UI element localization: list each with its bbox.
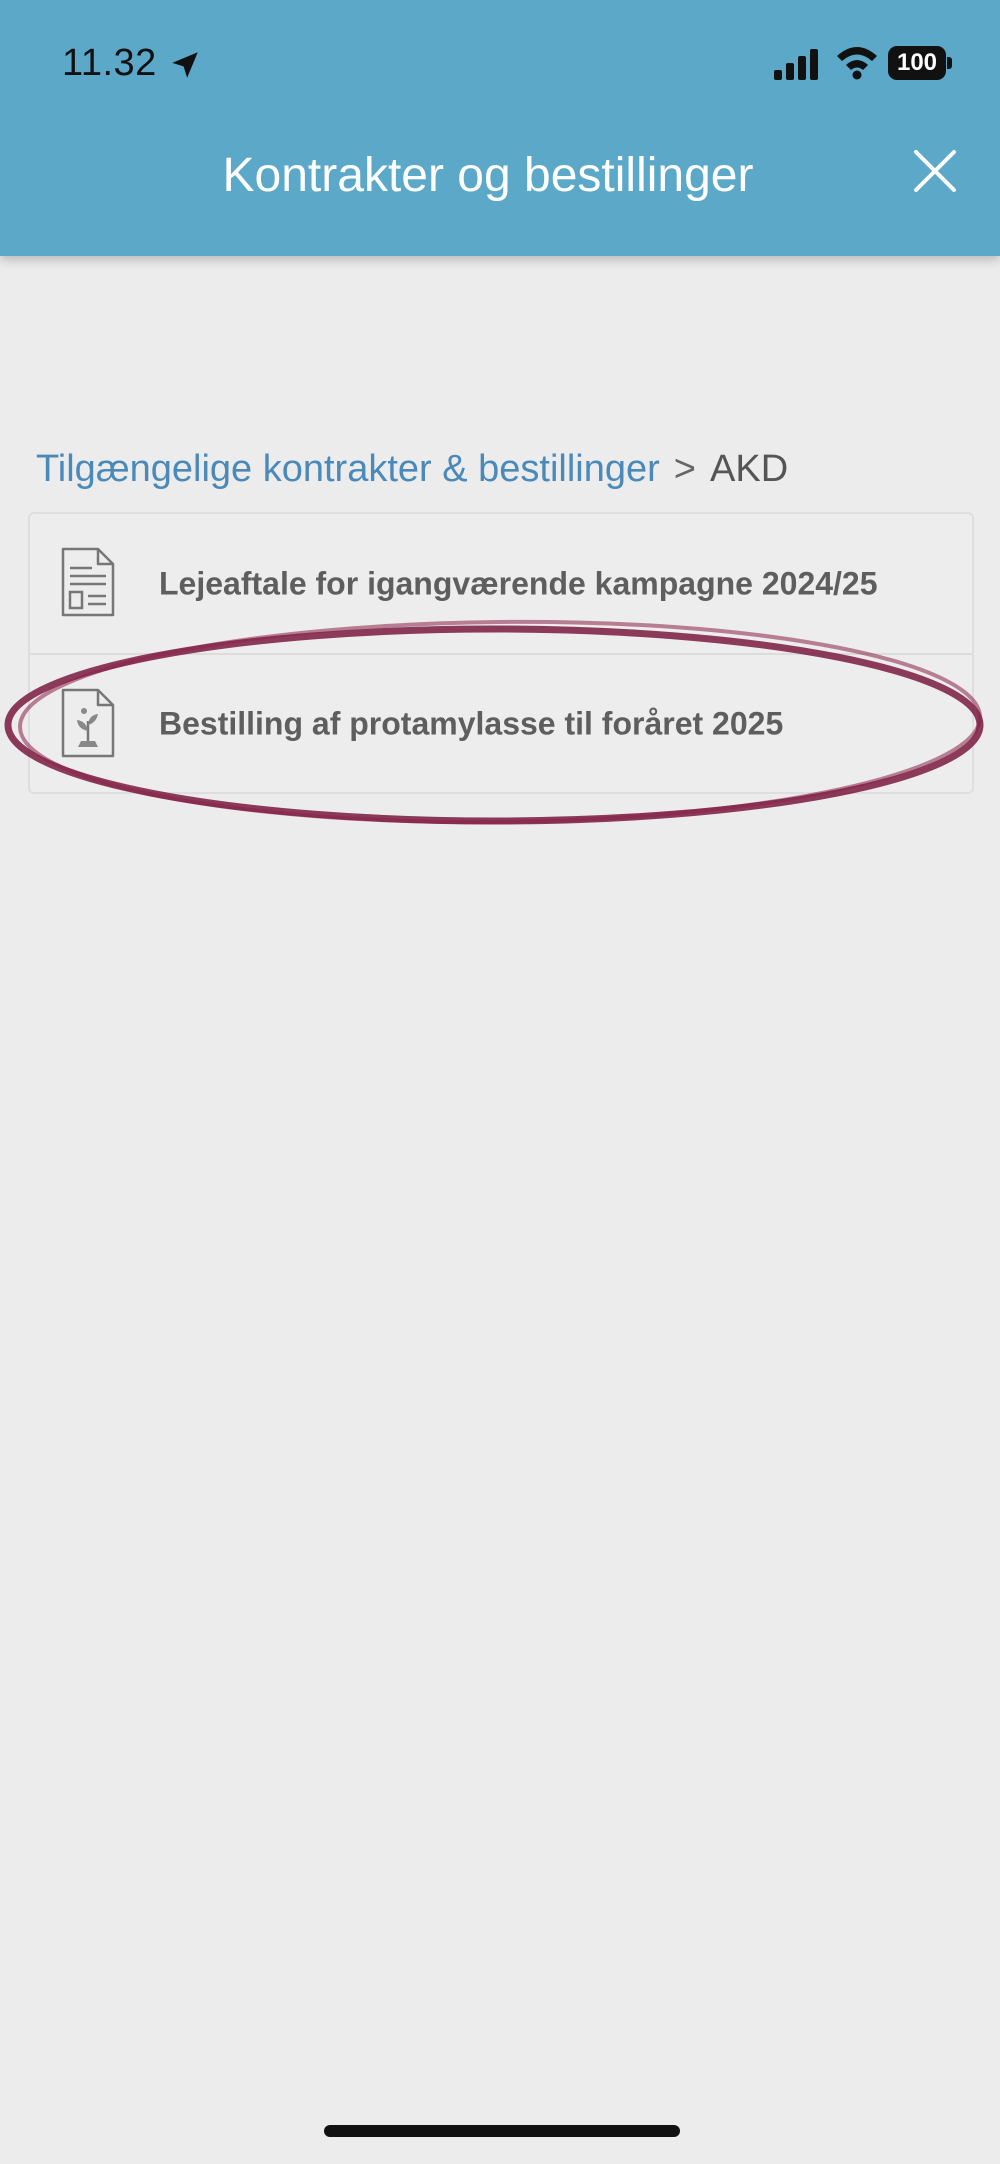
list-item-protamylasse-order[interactable]: Bestilling af protamylasse til foråret 2… [30,653,972,792]
cellular-signal-icon [774,49,818,80]
breadcrumb-current: AKD [710,448,789,490]
breadcrumb-parent-link[interactable]: Tilgængelige kontrakter & bestillinger [36,448,660,490]
contract-document-icon [61,547,115,617]
list-item-lease-agreement[interactable]: Lejeaftale for igangværende kampagne 202… [30,514,972,653]
list-item-label: Bestilling af protamylasse til foråret 2… [159,705,784,741]
breadcrumb-separator: > [673,448,696,490]
battery-cap [947,57,952,69]
wifi-icon [837,47,877,80]
plant-document-icon [61,688,115,758]
breadcrumb: Tilgængelige kontrakter & bestillinger > A… [36,446,788,492]
status-time: 11.32 [62,42,157,84]
app-screen: 11.32 100 Kontrakter og bestillinger Til… [0,0,1000,2164]
page-title: Kontrakter og bestillinger [222,149,754,202]
close-icon[interactable] [910,146,960,196]
list-item-label: Lejeaftale for igangværende kampagne 202… [159,565,878,601]
header-bar: 11.32 100 Kontrakter og bestillinger [0,0,1000,256]
contracts-list: Lejeaftale for igangværende kampagne 202… [28,512,974,794]
home-indicator[interactable] [324,2125,680,2137]
battery-level: 100 [888,46,946,80]
battery-icon: 100 [888,46,952,80]
location-arrow-icon [172,52,198,78]
